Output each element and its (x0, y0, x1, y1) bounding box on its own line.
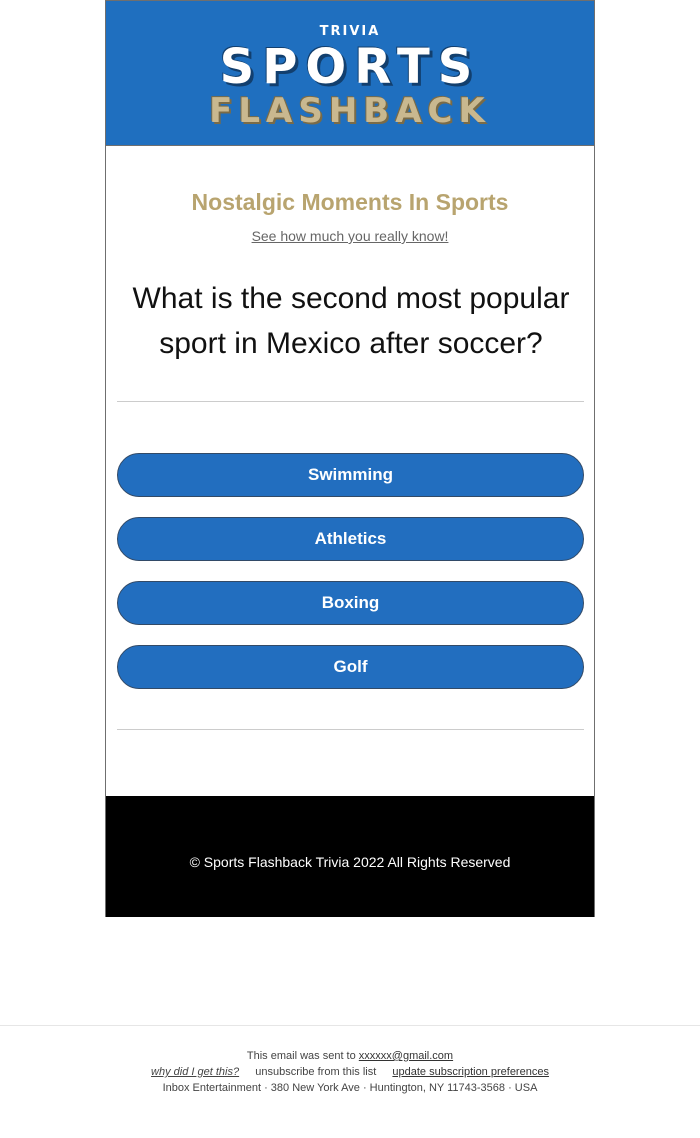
unsubscribe-text[interactable]: unsubscribe from this list (255, 1066, 376, 1078)
answer-button-athletics[interactable]: Athletics (117, 517, 584, 561)
question-text: What is the second most popular sport in… (132, 282, 570, 360)
update-preferences-link[interactable]: update subscription preferences (392, 1066, 549, 1078)
header-banner: TRIVIA SPORTS FLASHBACK (106, 1, 594, 146)
divider-bottom (117, 729, 584, 730)
tagline-link[interactable]: See how much you really know! (106, 228, 594, 244)
email-page: TRIVIA SPORTS FLASHBACK Nostalgic Moment… (0, 0, 700, 1138)
email-footer-divider (0, 1025, 700, 1026)
divider-top (117, 401, 584, 402)
email-footer: This email was sent to xxxxxx@gmail.com … (0, 1048, 700, 1096)
answer-button-boxing[interactable]: Boxing (117, 581, 584, 625)
sent-to-prefix: This email was sent to (246, 1050, 356, 1062)
email-card: TRIVIA SPORTS FLASHBACK Nostalgic Moment… (105, 0, 595, 917)
logo-trivia-text: TRIVIA (319, 24, 381, 39)
answer-button-golf[interactable]: Golf (117, 645, 584, 689)
why-did-i-get-this-link[interactable]: why did I get this? (151, 1066, 239, 1078)
subscription-links-line: why did I get this? unsubscribe from thi… (0, 1064, 700, 1080)
recipient-email-link[interactable]: xxxxxx@gmail.com (359, 1050, 453, 1062)
logo-sports-text: SPORTS (219, 39, 481, 95)
copyright-text: © Sports Flashback Trivia 2022 All Right… (189, 854, 511, 870)
sent-to-line: This email was sent to xxxxxx@gmail.com (0, 1048, 700, 1064)
answer-list: Swimming Athletics Boxing Golf (117, 453, 584, 709)
mailing-address: Inbox Entertainment · 380 New York Ave ·… (162, 1082, 538, 1094)
section-subtitle: Nostalgic Moments In Sports (191, 189, 509, 215)
footer-bar: © Sports Flashback Trivia 2022 All Right… (106, 796, 594, 917)
logo-flashback-text: FLASHBACK (209, 91, 491, 131)
answer-button-swimming[interactable]: Swimming (117, 453, 584, 497)
